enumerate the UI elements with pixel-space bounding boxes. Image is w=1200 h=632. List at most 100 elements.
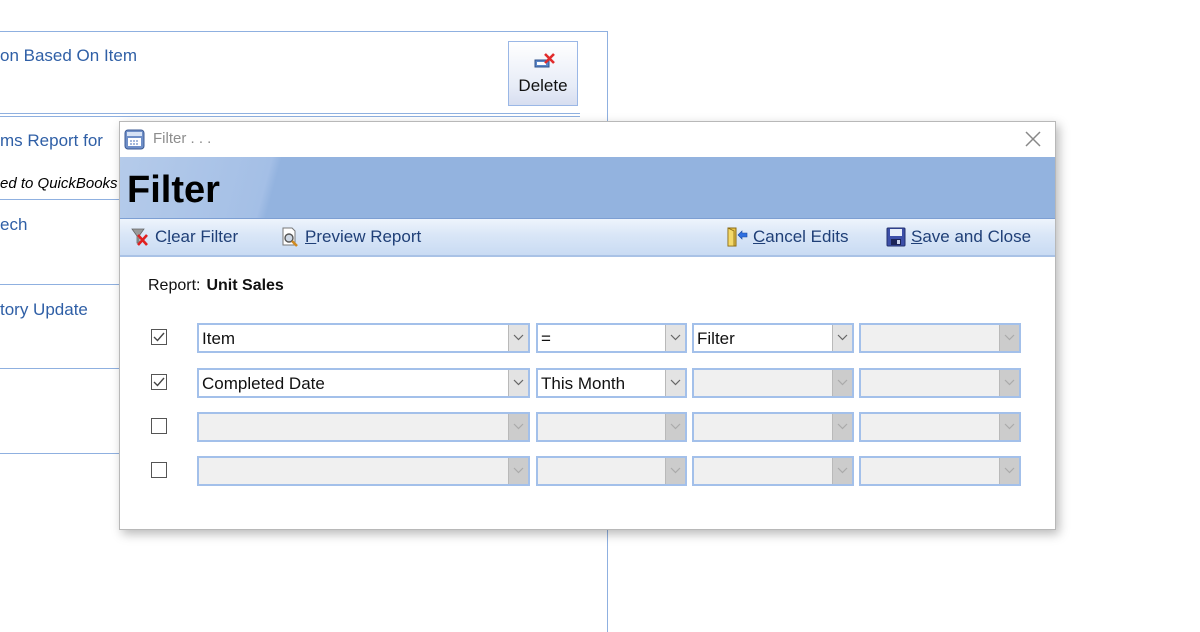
dropdown-button[interactable] — [665, 370, 685, 396]
operator-select-value: This Month — [541, 374, 626, 393]
dropdown-button[interactable] — [508, 458, 528, 484]
chevron-down-icon — [837, 423, 848, 430]
filter-row-checkbox[interactable] — [151, 418, 167, 434]
dropdown-button[interactable] — [999, 370, 1019, 396]
dropdown-button[interactable] — [665, 458, 685, 484]
report-name: Unit Sales — [206, 277, 284, 294]
field-select[interactable]: Completed Date — [197, 368, 530, 398]
report-info: Report: Unit Sales — [148, 277, 284, 295]
save-and-close-label-post: ave and Close — [922, 227, 1032, 246]
operator-select[interactable] — [536, 412, 687, 442]
preview-report-button[interactable]: Preview Report — [280, 226, 421, 248]
background-separator — [0, 284, 120, 285]
clear-filter-label-post: ear Filter — [171, 227, 239, 246]
dropdown-button[interactable] — [508, 325, 528, 351]
delete-record-icon — [534, 53, 555, 68]
clear-filter-button[interactable]: Cl ear Filter — [130, 226, 238, 248]
dropdown-button[interactable] — [999, 325, 1019, 351]
save-icon — [886, 227, 906, 247]
dropdown-button[interactable] — [832, 458, 852, 484]
clear-filter-icon — [131, 228, 148, 246]
value-select[interactable] — [692, 368, 854, 398]
cancel-edits-icon — [727, 227, 748, 247]
filter-row-checkbox[interactable] — [151, 329, 167, 345]
value-select-value: Filter — [697, 329, 735, 348]
chevron-down-icon — [513, 423, 524, 430]
value-select[interactable]: Filter — [692, 323, 854, 353]
cancel-edits-button[interactable]: Cancel Edits — [726, 226, 848, 248]
dropdown-button[interactable] — [665, 325, 685, 351]
checkmark-icon — [153, 332, 165, 342]
dropdown-button[interactable] — [999, 414, 1019, 440]
chevron-down-icon — [837, 467, 848, 474]
delete-button-label: Delete — [518, 76, 568, 95]
chevron-down-icon — [513, 467, 524, 474]
dialog-titlebar[interactable]: Filter . . . — [120, 122, 1055, 157]
chevron-down-icon — [837, 379, 848, 386]
background-separator — [0, 199, 120, 200]
value-select[interactable] — [692, 456, 854, 486]
dropdown-button[interactable] — [665, 414, 685, 440]
dialog-header-banner: Filter — [120, 157, 1055, 219]
field-select[interactable] — [197, 412, 530, 442]
filter-row-checkbox[interactable] — [151, 374, 167, 390]
filter-row — [120, 412, 1055, 442]
background-separator — [0, 368, 120, 369]
extra-select[interactable] — [859, 323, 1021, 353]
chevron-down-icon — [670, 334, 681, 341]
background-separator — [0, 116, 580, 117]
chevron-down-icon — [670, 379, 681, 386]
extra-select[interactable] — [859, 412, 1021, 442]
background-row-2-label[interactable]: ms Report for — [0, 131, 103, 151]
dropdown-button[interactable] — [832, 414, 852, 440]
dropdown-button[interactable] — [832, 325, 852, 351]
chevron-down-icon — [1004, 467, 1015, 474]
dropdown-button[interactable] — [999, 458, 1019, 484]
chevron-down-icon — [1004, 334, 1015, 341]
cancel-edits-label-post: ancel Edits — [765, 227, 849, 246]
background-row-3-label[interactable]: ech — [0, 215, 27, 235]
filter-row-checkbox[interactable] — [151, 462, 167, 478]
dropdown-button[interactable] — [508, 414, 528, 440]
field-select-value: Completed Date — [202, 374, 325, 393]
form-window-icon — [124, 129, 145, 150]
chevron-down-icon — [1004, 379, 1015, 386]
dialog-toolbar: Cl ear Filter Preview Report Cancel Edits — [120, 219, 1055, 257]
chevron-down-icon — [513, 334, 524, 341]
close-icon[interactable] — [1021, 127, 1045, 151]
field-select-value: Item — [202, 329, 236, 348]
preview-report-icon — [282, 227, 298, 247]
field-select[interactable] — [197, 456, 530, 486]
operator-select[interactable]: = — [536, 323, 687, 353]
chevron-down-icon — [670, 467, 681, 474]
delete-button[interactable]: Delete — [508, 41, 578, 106]
dropdown-button[interactable] — [832, 370, 852, 396]
extra-select[interactable] — [859, 456, 1021, 486]
chevron-down-icon — [837, 334, 848, 341]
background-row-1-label[interactable]: on Based On Item — [0, 46, 137, 66]
operator-select-value: = — [541, 329, 551, 348]
operator-select[interactable] — [536, 456, 687, 486]
save-and-close-accel: S — [911, 227, 923, 246]
filter-row: Completed Date This Month — [120, 368, 1055, 398]
extra-select[interactable] — [859, 368, 1021, 398]
chevron-down-icon — [1004, 423, 1015, 430]
value-select[interactable] — [692, 412, 854, 442]
dialog-header-title: Filter — [127, 169, 220, 211]
clear-filter-label-pre: C — [155, 227, 168, 246]
save-and-close-button[interactable]: Save and Close — [886, 226, 1031, 248]
report-label: Report: — [148, 277, 201, 294]
preview-report-label-post: review Report — [316, 227, 422, 246]
filter-row — [120, 456, 1055, 486]
filter-row: Item = Filter — [120, 323, 1055, 353]
dropdown-button[interactable] — [508, 370, 528, 396]
chevron-down-icon — [670, 423, 681, 430]
background-row-2-subtext: ed to QuickBooks — [0, 175, 118, 192]
filter-dialog: Filter . . . Filter Cl ear Filter Preview… — [119, 121, 1056, 530]
preview-report-accel: P — [305, 227, 317, 246]
operator-select[interactable]: This Month — [536, 368, 687, 398]
cancel-edits-accel: C — [753, 227, 766, 246]
background-row-4-label[interactable]: tory Update — [0, 300, 88, 320]
dialog-title: Filter . . . — [153, 130, 212, 147]
field-select[interactable]: Item — [197, 323, 530, 353]
